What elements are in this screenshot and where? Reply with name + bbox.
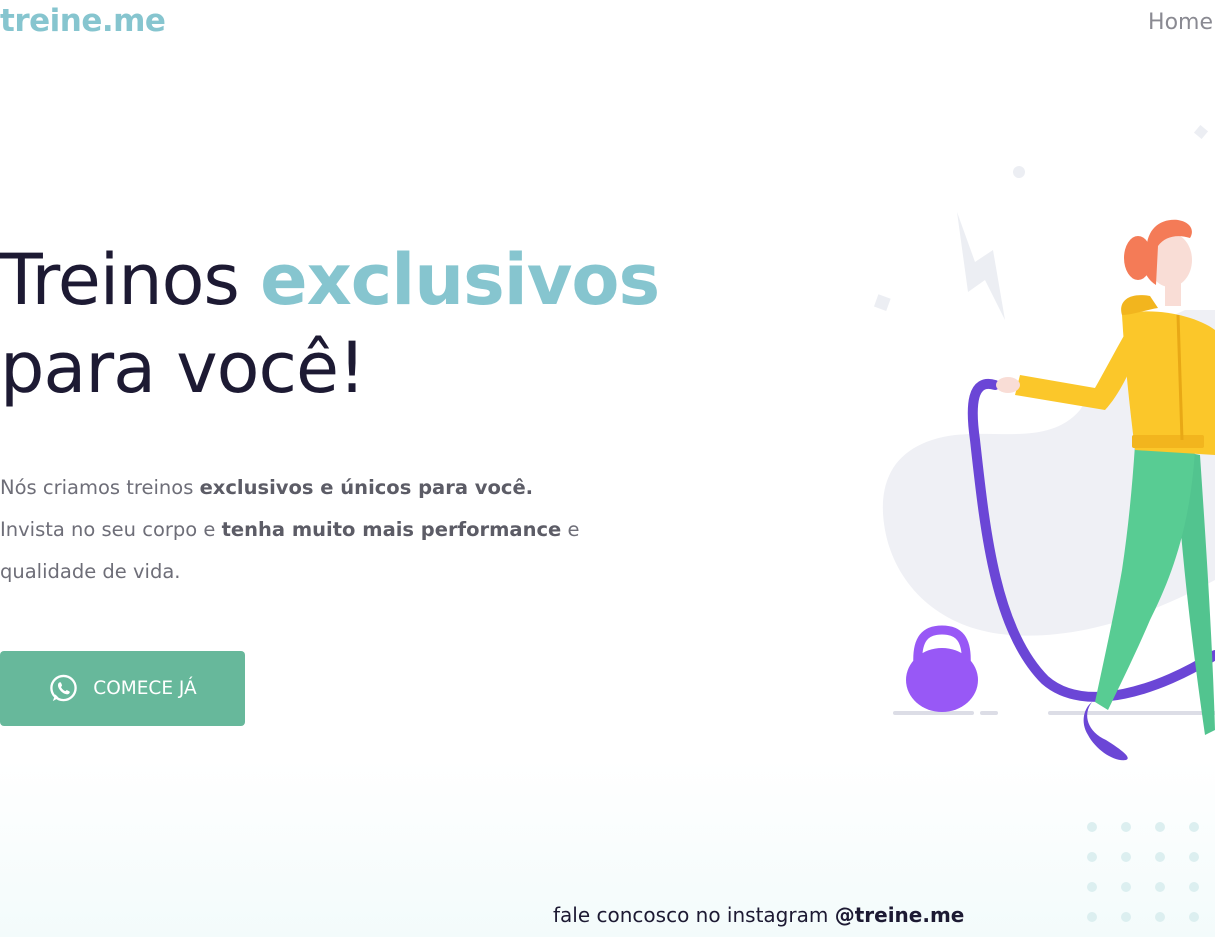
grid-dot (1121, 852, 1131, 862)
kettlebell-body (906, 648, 978, 712)
grid-dot (1189, 822, 1199, 832)
ponytail (1124, 236, 1152, 280)
hero-title-line2: para você! (0, 327, 366, 409)
grid-dot (1087, 852, 1097, 862)
nav-home-link[interactable]: Home (1148, 10, 1213, 35)
instagram-footer: fale concosco no instagram @treine.me (553, 903, 964, 927)
desc-part3: Invista no seu corpo e (0, 518, 222, 541)
grid-dot (1189, 852, 1199, 862)
decor-square (873, 294, 891, 311)
decor-dot (1013, 166, 1025, 178)
dot-grid (1087, 822, 1199, 922)
grid-dot (1155, 822, 1165, 832)
desc-part4-bold: tenha muito mais performance (221, 518, 562, 541)
comece-ja-label: COMECE JÁ (93, 678, 197, 699)
jump-rope-illustration (873, 124, 1215, 761)
instagram-handle-link[interactable]: @treine.me (835, 903, 965, 927)
grid-dot (1121, 822, 1131, 832)
grid-dot (1087, 882, 1097, 892)
hoodie-waistband (1132, 435, 1204, 448)
comece-ja-button[interactable]: COMECE JÁ (0, 651, 245, 726)
grid-dot (1155, 912, 1165, 922)
whatsapp-icon (48, 673, 79, 704)
hero-title-accent: exclusivos (260, 239, 660, 321)
grid-dot (1155, 882, 1165, 892)
grid-dot (1189, 912, 1199, 922)
lightning-shape (957, 212, 1005, 320)
decor-square-small (1193, 124, 1209, 140)
logo[interactable]: treine.me (0, 3, 166, 39)
desc-part1: Nós criamos treinos (0, 476, 200, 499)
hero-title-prefix: Treinos (0, 239, 261, 321)
landing-page: treine.me Home Treinos exclusivos para vo… (0, 0, 1215, 937)
footer-prefix: fale concosco no instagram (553, 903, 835, 927)
desc-part2-bold: exclusivos e únicos para você. (199, 476, 534, 499)
shoe (1083, 702, 1128, 761)
hand (996, 377, 1020, 393)
hero-title: Treinos exclusivos para você! (0, 236, 660, 412)
grid-dot (1087, 822, 1097, 832)
grid-dot (1189, 882, 1199, 892)
hero-description: Nós criamos treinos exclusivos e únicos … (0, 467, 600, 593)
grid-dot (1155, 852, 1165, 862)
grid-dot (1121, 882, 1131, 892)
grid-dot (1087, 912, 1097, 922)
grid-dot (1121, 912, 1131, 922)
